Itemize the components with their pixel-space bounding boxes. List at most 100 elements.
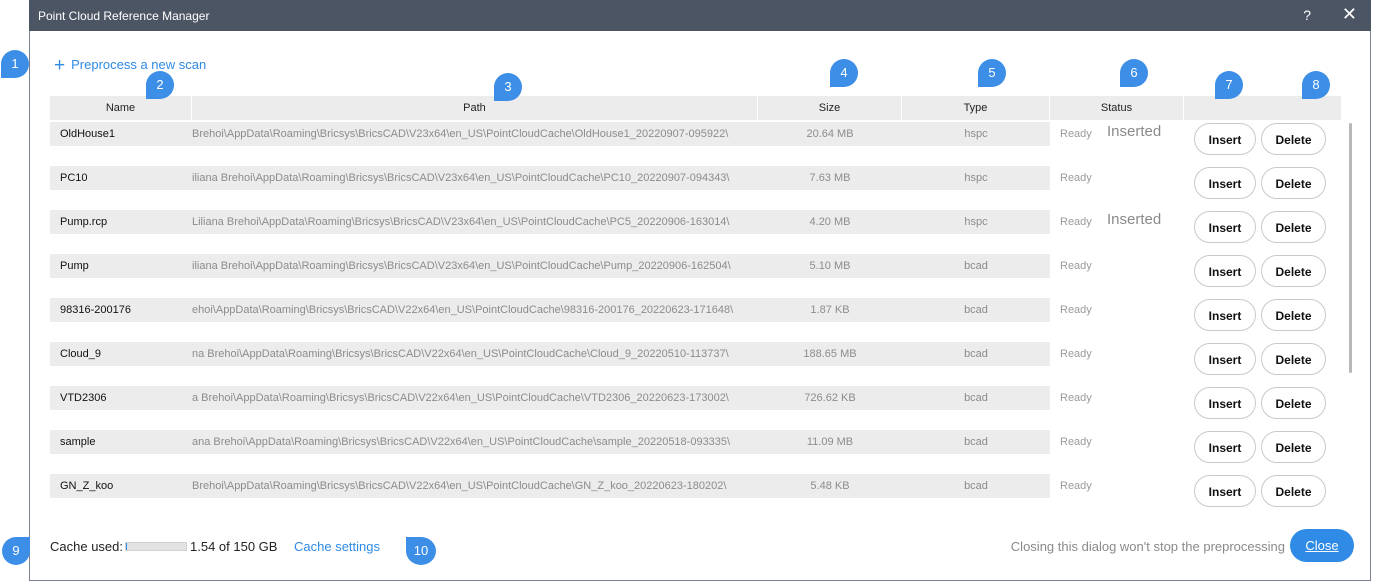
row-ready-status: Ready — [1060, 392, 1092, 404]
row-name: PC10 — [60, 172, 88, 184]
delete-button[interactable]: Delete — [1261, 475, 1326, 507]
insert-button[interactable]: Insert — [1194, 343, 1256, 375]
delete-button[interactable]: Delete — [1261, 299, 1326, 331]
delete-button[interactable]: Delete — [1261, 387, 1326, 419]
column-header-type[interactable]: Type — [902, 96, 1050, 120]
row-ready-status: Ready — [1060, 348, 1092, 360]
row-path: iliana Brehoi\AppData\Roaming\Bricsys\Br… — [192, 166, 748, 190]
row-ready-status: Ready — [1060, 480, 1092, 492]
column-header-status[interactable]: Status — [1050, 96, 1184, 120]
row-path: Liliana Brehoi\AppData\Roaming\Bricsys\B… — [192, 210, 748, 234]
row-type: hspc — [964, 216, 988, 228]
table-row[interactable]: OldHouse1 Brehoi\AppData\Roaming\Bricsys… — [50, 122, 1341, 166]
insert-button[interactable]: Insert — [1194, 255, 1256, 287]
table-row[interactable]: Pump iliana Brehoi\AppData\Roaming\Brics… — [50, 254, 1341, 298]
table-row[interactable]: PC10 iliana Brehoi\AppData\Roaming\Brics… — [50, 166, 1341, 210]
insert-button[interactable]: Insert — [1194, 299, 1256, 331]
delete-button[interactable]: Delete — [1261, 123, 1326, 155]
column-header-size[interactable]: Size — [758, 96, 902, 120]
scrollbar[interactable] — [1349, 123, 1352, 373]
row-ready-status: Ready — [1060, 304, 1092, 316]
row-inserted-status: Inserted — [1107, 123, 1162, 140]
row-type: bcad — [964, 480, 988, 492]
row-path-text: iliana Brehoi\AppData\Roaming\Bricsys\Br… — [192, 260, 731, 272]
delete-button[interactable]: Delete — [1261, 211, 1326, 243]
row-name: OldHouse1 — [60, 128, 116, 140]
row-name: Pump.rcp — [60, 216, 108, 228]
callout-10: 10 — [406, 537, 436, 565]
help-button[interactable]: ? — [1303, 7, 1311, 23]
callout-6: 6 — [1120, 59, 1148, 87]
table-header: Name Path Size Type Status — [50, 96, 1341, 120]
callout-7: 7 — [1215, 71, 1243, 99]
row-size: 726.62 KB — [804, 392, 856, 404]
row-path: Brehoi\AppData\Roaming\Bricsys\BricsCAD\… — [192, 122, 748, 146]
preprocess-label: Preprocess a new scan — [71, 57, 207, 72]
row-type: hspc — [964, 128, 988, 140]
row-size: 5.10 MB — [809, 260, 851, 272]
close-window-button[interactable]: ✕ — [1342, 5, 1357, 23]
delete-button[interactable]: Delete — [1261, 431, 1326, 463]
row-size: 20.64 MB — [806, 128, 854, 140]
title-bar: Point Cloud Reference Manager ? ✕ — [29, 0, 1371, 31]
callout-5: 5 — [978, 59, 1006, 87]
row-type: bcad — [964, 348, 988, 360]
row-path-text: Brehoi\AppData\Roaming\Bricsys\BricsCAD\… — [192, 128, 729, 140]
callout-9: 9 — [2, 537, 30, 565]
row-type: bcad — [964, 392, 988, 404]
row-path: ehoi\AppData\Roaming\Bricsys\BricsCAD\V2… — [192, 298, 748, 322]
table-row[interactable]: Pump.rcp Liliana Brehoi\AppData\Roaming\… — [50, 210, 1341, 254]
row-inserted-status: Inserted — [1107, 211, 1162, 228]
column-header-path[interactable]: Path — [192, 96, 758, 120]
table-row[interactable]: GN_Z_koo Brehoi\AppData\Roaming\Bricsys\… — [50, 474, 1341, 518]
plus-icon: + — [54, 55, 66, 76]
column-header-name[interactable]: Name — [50, 96, 192, 120]
row-size: 4.20 MB — [809, 216, 851, 228]
delete-button[interactable]: Delete — [1261, 255, 1326, 287]
row-size: 188.65 MB — [803, 348, 857, 360]
row-size: 11.09 MB — [806, 436, 854, 448]
row-type: bcad — [964, 260, 988, 272]
row-type: hspc — [964, 172, 988, 184]
row-inserted-status — [1107, 164, 1187, 188]
row-ready-status: Ready — [1060, 436, 1092, 448]
insert-button[interactable]: Insert — [1194, 475, 1256, 507]
insert-button[interactable]: Insert — [1194, 211, 1256, 243]
table-row[interactable]: VTD2306 a Brehoi\AppData\Roaming\Bricsys… — [50, 386, 1341, 430]
row-size: 7.63 MB — [809, 172, 851, 184]
row-path: a Brehoi\AppData\Roaming\Bricsys\BricsCA… — [192, 386, 748, 410]
table-row[interactable]: 98316-200176 ehoi\AppData\Roaming\Bricsy… — [50, 298, 1341, 342]
window-title: Point Cloud Reference Manager — [38, 9, 210, 23]
row-path-text: Brehoi\AppData\Roaming\Bricsys\BricsCAD\… — [192, 480, 727, 492]
row-path: ana Brehoi\AppData\Roaming\Bricsys\Brics… — [192, 430, 748, 454]
cache-amount: 1.54 of 150 GB — [190, 539, 278, 554]
delete-button[interactable]: Delete — [1261, 167, 1326, 199]
row-inserted-status — [1107, 428, 1187, 452]
insert-button[interactable]: Insert — [1194, 387, 1256, 419]
table-row[interactable]: Cloud_9 na Brehoi\AppData\Roaming\Bricsy… — [50, 342, 1341, 386]
delete-button[interactable]: Delete — [1261, 343, 1326, 375]
row-name: GN_Z_koo — [60, 480, 114, 492]
callout-8: 8 — [1302, 71, 1330, 99]
insert-button[interactable]: Insert — [1194, 123, 1256, 155]
cache-usage-bar — [125, 542, 187, 551]
row-path-text: na Brehoi\AppData\Roaming\Bricsys\BricsC… — [192, 348, 729, 360]
row-path-text: Liliana Brehoi\AppData\Roaming\Bricsys\B… — [192, 216, 730, 228]
row-ready-status: Ready — [1060, 172, 1092, 184]
row-path-text: a Brehoi\AppData\Roaming\Bricsys\BricsCA… — [192, 392, 729, 404]
table-row[interactable]: sample ana Brehoi\AppData\Roaming\Bricsy… — [50, 430, 1341, 474]
insert-button[interactable]: Insert — [1194, 167, 1256, 199]
row-path-text: ehoi\AppData\Roaming\Bricsys\BricsCAD\V2… — [192, 304, 734, 316]
row-path: Brehoi\AppData\Roaming\Bricsys\BricsCAD\… — [192, 474, 748, 498]
callout-3: 3 — [494, 73, 522, 101]
row-inserted-status — [1107, 472, 1187, 496]
row-type: bcad — [964, 304, 988, 316]
cache-settings-link[interactable]: Cache settings — [294, 539, 380, 554]
cache-used-label: Cache used: — [50, 539, 123, 554]
callout-1: 1 — [1, 50, 29, 78]
insert-button[interactable]: Insert — [1194, 431, 1256, 463]
preprocess-scan-link[interactable]: + Preprocess a new scan — [54, 55, 206, 77]
row-ready-status: Ready — [1060, 260, 1092, 272]
row-inserted-status — [1107, 384, 1187, 408]
close-button[interactable]: Close — [1290, 529, 1354, 562]
